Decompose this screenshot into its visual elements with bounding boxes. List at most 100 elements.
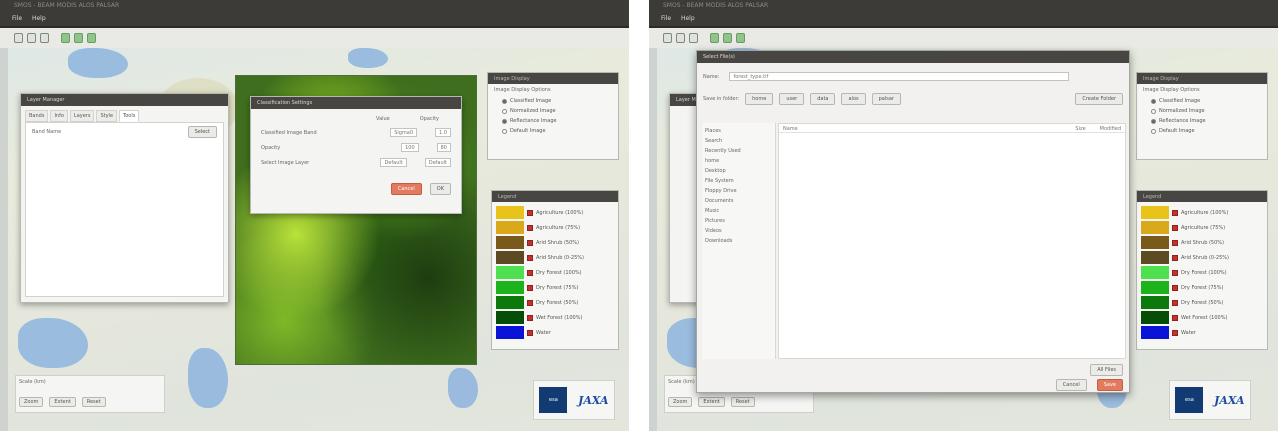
select-button[interactable]: Select [187, 126, 217, 138]
file-list[interactable]: Name Size Modified [778, 123, 1126, 359]
tab-bands[interactable]: Bands [25, 110, 49, 122]
legend-item[interactable]: Dry Forest (50%) [492, 295, 618, 310]
legend-checkbox[interactable] [527, 314, 533, 321]
legend-item[interactable]: Water [492, 325, 618, 340]
cancel-button[interactable]: Cancel [390, 183, 422, 195]
legend-checkbox[interactable] [1172, 329, 1178, 336]
tab-info[interactable]: Info [50, 110, 68, 122]
path-segment[interactable]: data [810, 93, 836, 105]
place-item[interactable]: Videos [705, 226, 772, 236]
column-size[interactable]: Size [1075, 126, 1085, 132]
legend-item[interactable]: Arid Shrub (50%) [1137, 235, 1267, 250]
zoom-out-icon[interactable] [40, 33, 49, 43]
legend-item[interactable]: Agriculture (75%) [492, 220, 618, 235]
legend-checkbox[interactable] [1172, 299, 1178, 306]
legend-checkbox[interactable] [527, 329, 533, 336]
extent-button[interactable]: Extent [49, 397, 76, 407]
legend-item[interactable]: Dry Forest (100%) [492, 265, 618, 280]
menu-help[interactable]: Help [32, 15, 46, 22]
legend-checkbox[interactable] [527, 269, 533, 276]
place-item[interactable]: Recently Used [705, 146, 772, 156]
legend-item[interactable]: Wet Forest (100%) [492, 310, 618, 325]
cancel-button[interactable]: Cancel [1055, 379, 1087, 391]
legend-checkbox[interactable] [1172, 269, 1178, 276]
create-folder-button[interactable]: Create Folder [1075, 93, 1123, 105]
opacity-field[interactable]: Default [424, 158, 451, 167]
zoom-out-icon[interactable] [689, 33, 698, 43]
legend-item[interactable]: Agriculture (100%) [1137, 205, 1267, 220]
legend-checkbox[interactable] [1172, 314, 1178, 321]
option-reflectance[interactable]: Reflectance Image [488, 116, 618, 126]
option-default[interactable]: Default Image [488, 126, 618, 136]
value-field[interactable]: Sigma0 [390, 128, 418, 137]
place-item[interactable]: Documents [705, 196, 772, 206]
path-segment[interactable]: alos [841, 93, 866, 105]
legend-checkbox[interactable] [527, 239, 533, 246]
file-filter-select[interactable]: All Files [1090, 364, 1123, 376]
option-classified[interactable]: Classified Image [1137, 96, 1267, 106]
menu-file[interactable]: File [661, 15, 671, 22]
legend-checkbox[interactable] [527, 209, 533, 216]
open-icon[interactable] [14, 33, 23, 43]
path-segment[interactable]: palsar [871, 93, 901, 105]
place-item[interactable]: File System [705, 176, 772, 186]
option-normalized[interactable]: Normalized Image [488, 106, 618, 116]
menu-file[interactable]: File [12, 15, 22, 22]
legend-item[interactable]: Dry Forest (75%) [492, 280, 618, 295]
legend-checkbox[interactable] [527, 299, 533, 306]
option-reflectance[interactable]: Reflectance Image [1137, 116, 1267, 126]
option-classified[interactable]: Classified Image [488, 96, 618, 106]
filename-input[interactable]: forest_type.tif [729, 72, 1070, 81]
place-item[interactable]: Floppy Drive [705, 186, 772, 196]
layer-2-icon[interactable] [723, 33, 732, 43]
zoom-in-icon[interactable] [676, 33, 685, 43]
opacity-field[interactable]: 1.0 [435, 128, 451, 137]
legend-item[interactable]: Arid Shrub (0-25%) [492, 250, 618, 265]
reset-button[interactable]: Reset [81, 397, 106, 407]
save-button[interactable]: Save [1096, 379, 1123, 391]
legend-item[interactable]: Dry Forest (50%) [1137, 295, 1267, 310]
legend-item[interactable]: Agriculture (75%) [1137, 220, 1267, 235]
column-modified[interactable]: Modified [1100, 126, 1121, 132]
path-segment[interactable]: home [745, 93, 774, 105]
tab-style[interactable]: Style [96, 110, 118, 122]
place-item[interactable]: Search [705, 136, 772, 146]
legend-checkbox[interactable] [1172, 209, 1178, 216]
tab-layers[interactable]: Layers [69, 110, 95, 122]
zoom-button[interactable]: Zoom [668, 397, 693, 407]
extent-button[interactable]: Extent [698, 397, 725, 407]
place-item[interactable]: Music [705, 206, 772, 216]
legend-checkbox[interactable] [527, 284, 533, 291]
option-default[interactable]: Default Image [1137, 126, 1267, 136]
legend-item[interactable]: Arid Shrub (0-25%) [1137, 250, 1267, 265]
layer-3-icon[interactable] [736, 33, 745, 43]
place-item[interactable]: Downloads [705, 236, 772, 246]
value-field[interactable]: 100 [401, 143, 419, 152]
legend-checkbox[interactable] [527, 224, 533, 231]
legend-checkbox[interactable] [1172, 254, 1178, 261]
option-normalized[interactable]: Normalized Image [1137, 106, 1267, 116]
legend-item[interactable]: Water [1137, 325, 1267, 340]
layer-1-icon[interactable] [710, 33, 719, 43]
place-item[interactable]: Desktop [705, 166, 772, 176]
legend-item[interactable]: Wet Forest (100%) [1137, 310, 1267, 325]
zoom-in-icon[interactable] [27, 33, 36, 43]
layer-1-icon[interactable] [61, 33, 70, 43]
layer-3-icon[interactable] [87, 33, 96, 43]
tab-tools[interactable]: Tools [119, 110, 140, 122]
opacity-field[interactable]: 80 [436, 143, 451, 152]
ok-button[interactable]: OK [429, 183, 451, 195]
value-field[interactable]: Default [380, 158, 407, 167]
legend-item[interactable]: Dry Forest (100%) [1137, 265, 1267, 280]
legend-item[interactable]: Agriculture (100%) [492, 205, 618, 220]
menu-help[interactable]: Help [681, 15, 695, 22]
place-item[interactable]: Pictures [705, 216, 772, 226]
column-name[interactable]: Name [783, 126, 798, 132]
place-item[interactable]: home [705, 156, 772, 166]
legend-checkbox[interactable] [1172, 224, 1178, 231]
legend-checkbox[interactable] [527, 254, 533, 261]
open-icon[interactable] [663, 33, 672, 43]
reset-button[interactable]: Reset [730, 397, 755, 407]
path-segment[interactable]: user [779, 93, 805, 105]
zoom-button[interactable]: Zoom [19, 397, 44, 407]
